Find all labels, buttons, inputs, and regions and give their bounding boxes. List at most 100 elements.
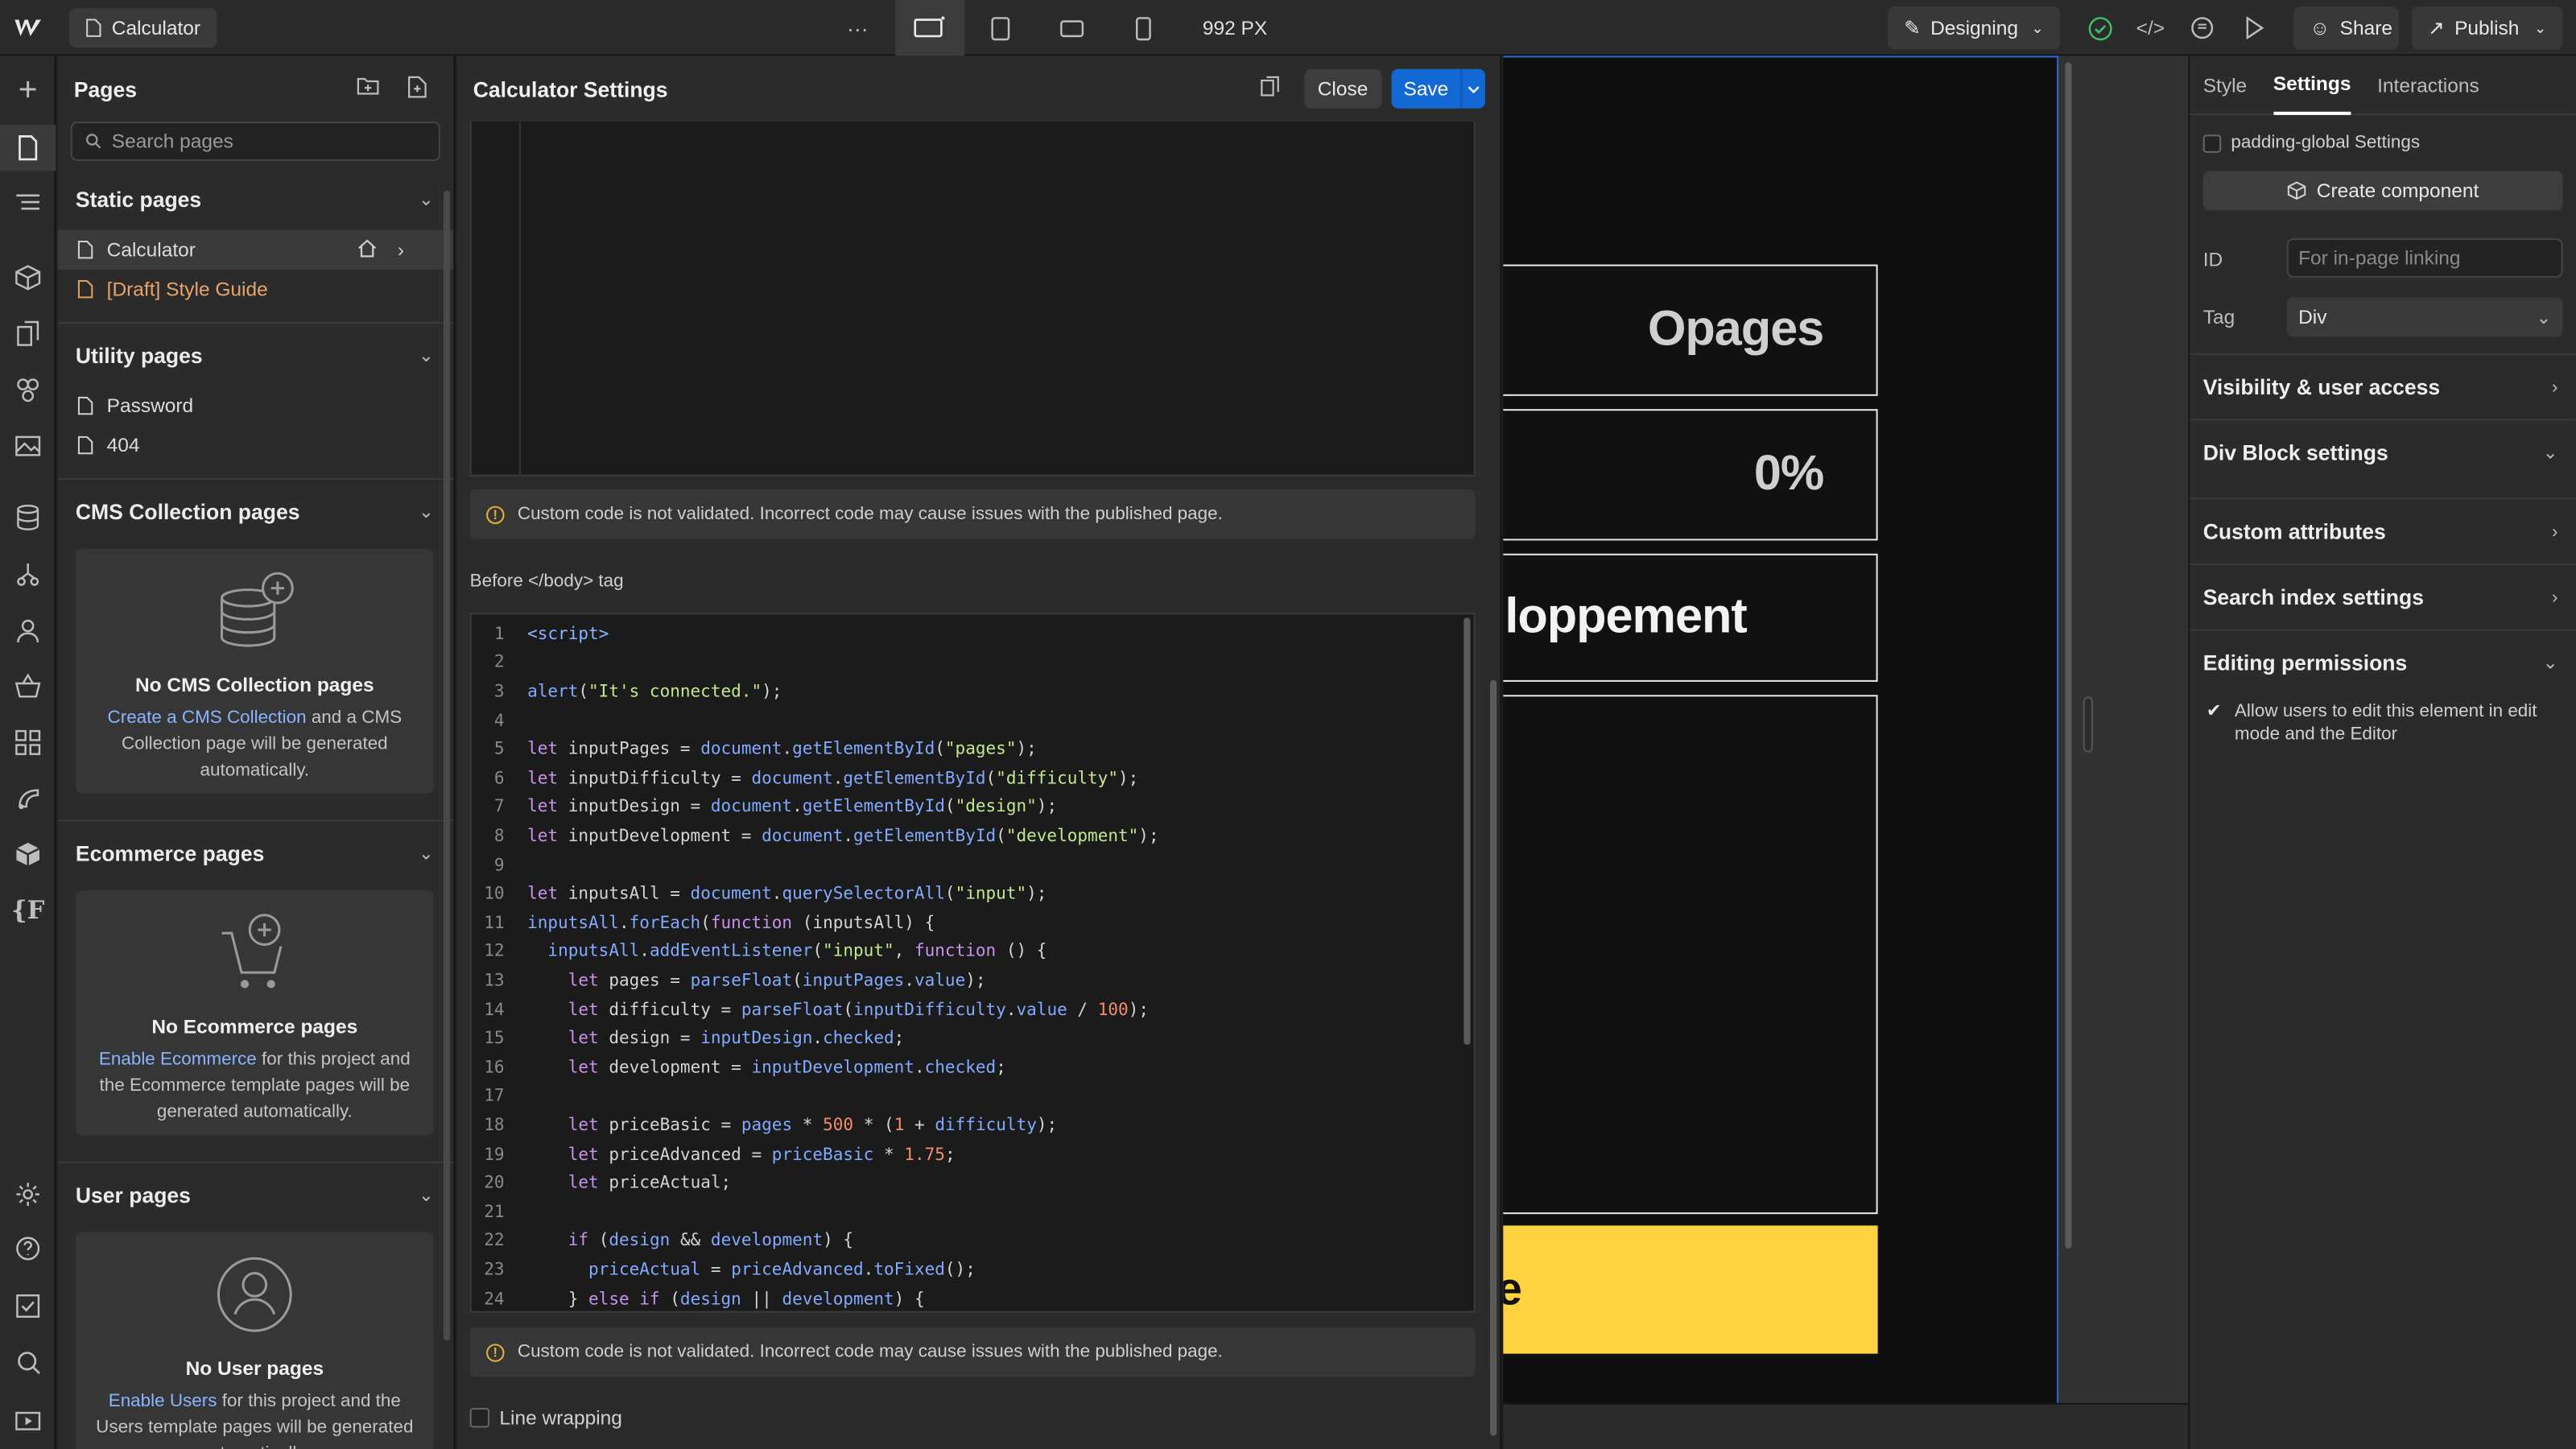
cms-pages-header[interactable]: CMS Collection pages ⌄: [57, 480, 453, 543]
component-settings-checkbox[interactable]: [2202, 134, 2222, 152]
right-panel-tabs: Style Settings Interactions: [2190, 55, 2576, 115]
pages-panel-header: Pages: [57, 56, 453, 122]
styles-drops-icon[interactable]: [0, 366, 56, 412]
page-item-404[interactable]: 404: [57, 426, 453, 465]
canvas-development-label[interactable]: loppement: [1503, 553, 1878, 682]
tag-select[interactable]: Div ⌄: [2286, 297, 2563, 337]
canvas-cta-button[interactable]: e: [1503, 1225, 1878, 1354]
close-button[interactable]: Close: [1304, 68, 1381, 109]
ecommerce-basket-icon[interactable]: [0, 663, 56, 709]
save-options-chevron-icon[interactable]: [1460, 68, 1485, 109]
desktop-breakpoint-icon[interactable]: [895, 0, 964, 56]
search-pages-input[interactable]: Search pages: [70, 122, 440, 161]
settings-gear-icon[interactable]: [0, 1171, 56, 1217]
cms-database-icon[interactable]: [0, 494, 56, 540]
logic-flow-icon[interactable]: [0, 552, 56, 598]
chevron-right-icon: ›: [2552, 587, 2558, 608]
create-component-button[interactable]: Create component: [2202, 171, 2563, 211]
users-icon[interactable]: [0, 608, 56, 654]
save-button[interactable]: Save: [1391, 68, 1485, 109]
tab-interactions[interactable]: Interactions: [2377, 73, 2479, 97]
publish-status-check-icon[interactable]: [2080, 0, 2120, 56]
webflow-logo-icon[interactable]: [0, 0, 56, 55]
cms-empty-title: No CMS Collection pages: [134, 673, 374, 697]
custom-attributes-section[interactable]: Custom attributes ›: [2190, 497, 2576, 564]
code-editor-scrollbar[interactable]: [1463, 617, 1471, 1045]
audit-checklist-icon[interactable]: [0, 1283, 56, 1329]
page-item-password[interactable]: Password: [57, 386, 453, 426]
static-pages-header[interactable]: Static pages ⌄: [57, 167, 453, 230]
current-page-selector[interactable]: Calculator: [68, 7, 217, 47]
canvas-difficulty-output[interactable]: 0%: [1503, 409, 1878, 541]
id-input[interactable]: For in-page linking: [2286, 237, 2563, 278]
visibility-section[interactable]: Visibility & user access ›: [2190, 353, 2576, 419]
canvas-page-frame[interactable]: Opages 0% loppement e: [1503, 56, 2059, 1403]
mobile-landscape-breakpoint-icon[interactable]: [1048, 0, 1094, 56]
pages-panel: Pages Search pages Static pages ⌄ Calcul…: [57, 56, 456, 1449]
share-button[interactable]: ☺ Share: [2293, 6, 2399, 50]
page-item-style-guide[interactable]: [Draft] Style Guide: [57, 270, 453, 309]
search-index-section[interactable]: Search index settings ›: [2190, 563, 2576, 630]
canvas-pages-output[interactable]: Opages: [1503, 264, 1878, 396]
assets-image-icon[interactable]: [0, 422, 56, 468]
canvas-empty-block[interactable]: [1503, 695, 1878, 1215]
static-pages-title: Static pages: [75, 186, 202, 212]
help-icon[interactable]: [0, 1225, 56, 1271]
components-icon[interactable]: [0, 254, 56, 300]
designer-mode-dropdown[interactable]: ✎ Designing ⌄: [1887, 6, 2061, 50]
line-wrapping-checkbox[interactable]: [469, 1407, 490, 1428]
page-icon: [77, 436, 93, 455]
finsweet-extension-icon[interactable]: {F: [0, 887, 56, 933]
user-pages-header[interactable]: User pages ⌄: [57, 1163, 453, 1226]
page-item-label: Calculator: [106, 237, 196, 262]
tab-style[interactable]: Style: [2203, 73, 2247, 97]
more-options-icon[interactable]: ···: [835, 0, 881, 56]
checkmark-icon[interactable]: ✔: [2207, 700, 2222, 745]
video-tutorials-icon[interactable]: [0, 1397, 56, 1443]
enable-ecommerce-link[interactable]: Enable Ecommerce: [99, 1050, 257, 1069]
create-cms-collection-link[interactable]: Create a CMS Collection: [108, 708, 307, 728]
new-folder-icon[interactable]: [357, 76, 380, 101]
utility-pages-header[interactable]: Utility pages ⌄: [57, 324, 453, 386]
editing-permissions-title: Editing permissions: [2202, 650, 2408, 675]
ecommerce-pages-header[interactable]: Ecommerce pages ⌄: [57, 821, 453, 884]
div-block-settings-section[interactable]: Div Block settings ⌄: [2190, 419, 2576, 485]
chevron-down-icon: ⌄: [2533, 19, 2547, 35]
pages-icon[interactable]: [0, 125, 56, 171]
head-code-editor[interactable]: [469, 122, 1476, 477]
before-body-code-editor[interactable]: 1 <script> 2 3 alert("It's connected."); 4…: [469, 613, 1476, 1313]
search-pages-placeholder: Search pages: [111, 130, 233, 153]
settings-panel-scrollbar[interactable]: [1490, 679, 1497, 1436]
page-icon: [86, 18, 101, 36]
navigator-icon[interactable]: [0, 180, 56, 226]
tablet-breakpoint-icon[interactable]: [977, 0, 1023, 56]
line-wrapping-toggle[interactable]: Line wrapping: [469, 1406, 622, 1429]
mobile-portrait-breakpoint-icon[interactable]: [1121, 0, 1166, 56]
user-icon: ☺: [2310, 16, 2330, 39]
page-item-calculator[interactable]: Calculator ›: [57, 229, 454, 270]
variables-icon[interactable]: [0, 311, 56, 357]
search-icon[interactable]: [0, 1339, 56, 1385]
add-elements-icon[interactable]: +: [0, 68, 56, 114]
copy-icon[interactable]: [1260, 76, 1279, 102]
canvas-scrollbar[interactable]: [2065, 62, 2072, 1249]
component-settings-row[interactable]: padding-global Settings: [2202, 133, 2420, 153]
package-icon[interactable]: [0, 832, 56, 877]
chevron-right-icon[interactable]: ›: [398, 238, 404, 262]
pages-panel-scrollbar[interactable]: [444, 190, 451, 1341]
rocket-icon: ↗: [2428, 16, 2445, 39]
warning-text: Custom code is not validated. Incorrect …: [517, 1342, 1223, 1362]
apps-icon[interactable]: [0, 720, 56, 766]
allow-edit-row[interactable]: ✔ Allow users to edit this element in ed…: [2207, 700, 2552, 745]
publish-button[interactable]: ↗ Publish ⌄: [2411, 6, 2563, 50]
code-icon[interactable]: </>: [2131, 0, 2170, 56]
preview-play-icon[interactable]: [2234, 0, 2273, 56]
comments-icon[interactable]: [2182, 0, 2221, 56]
new-page-icon[interactable]: [407, 76, 427, 104]
tab-settings[interactable]: Settings: [2273, 55, 2351, 114]
localization-icon[interactable]: [0, 775, 56, 821]
enable-users-link[interactable]: Enable Users: [109, 1392, 217, 1411]
resize-handle[interactable]: [2083, 696, 2093, 753]
editing-permissions-section[interactable]: Editing permissions ⌄: [2190, 629, 2576, 696]
chevron-down-icon: ⌄: [418, 502, 434, 522]
